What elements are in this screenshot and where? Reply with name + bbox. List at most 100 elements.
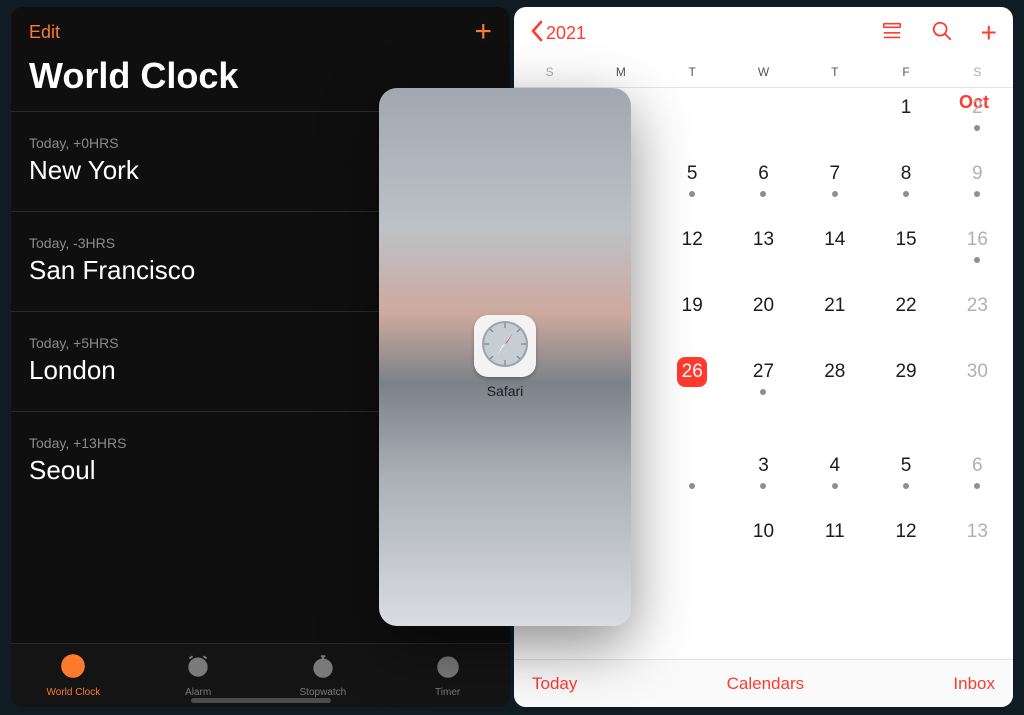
day-number: 23 <box>967 287 988 317</box>
tab-label: Alarm <box>185 687 211 698</box>
calendar-day-cell[interactable]: 14 <box>799 220 870 286</box>
city-name: New York <box>29 155 139 186</box>
calendar-day-cell <box>657 578 728 644</box>
today-button[interactable]: Today <box>532 674 577 694</box>
calendar-day-cell[interactable]: 22 <box>870 286 941 352</box>
calendar-day-cell[interactable]: 2 <box>942 88 1013 154</box>
add-city-button[interactable]: + <box>474 21 492 43</box>
day-number: 12 <box>895 513 916 543</box>
city-offset: Today, +5HRS <box>29 335 119 351</box>
calendar-day-cell[interactable]: 8 <box>870 154 941 220</box>
event-dot <box>974 125 980 131</box>
calendar-day-cell[interactable]: 13 <box>942 512 1013 578</box>
calendar-day-cell <box>728 88 799 154</box>
event-dot <box>974 257 980 263</box>
day-number: 29 <box>895 353 916 383</box>
event-dot <box>832 483 838 489</box>
calendar-day-cell <box>657 446 728 512</box>
home-indicator[interactable] <box>191 698 331 703</box>
calendar-day-cell <box>657 512 728 578</box>
back-button[interactable]: 2021 <box>530 20 586 47</box>
weekday-label: S <box>514 65 585 79</box>
event-dot <box>760 191 766 197</box>
event-dot <box>832 191 838 197</box>
list-view-button[interactable] <box>881 20 903 47</box>
event-dot <box>689 483 695 489</box>
calendar-day-cell[interactable]: 15 <box>870 220 941 286</box>
day-number: 1 <box>901 89 912 119</box>
calendar-day-cell[interactable]: 6 <box>942 446 1013 512</box>
alarm-clock-icon <box>185 653 211 684</box>
calendars-button[interactable]: Calendars <box>727 674 805 694</box>
calendar-day-cell[interactable]: 4 <box>799 446 870 512</box>
calendar-day-cell[interactable]: 12 <box>657 220 728 286</box>
day-number: 28 <box>824 353 845 383</box>
calendar-day-cell[interactable]: 7 <box>799 154 870 220</box>
calendar-day-cell[interactable]: 30 <box>942 352 1013 418</box>
calendar-day-cell[interactable]: 27 <box>728 352 799 418</box>
calendar-day-cell[interactable]: 5 <box>657 154 728 220</box>
calendar-day-cell[interactable]: 21 <box>799 286 870 352</box>
day-number: 14 <box>824 221 845 251</box>
tab-label: Timer <box>435 687 460 698</box>
calendar-day-cell[interactable]: 5 <box>870 446 941 512</box>
calendar-day-cell[interactable]: 13 <box>728 220 799 286</box>
day-number: 15 <box>895 221 916 251</box>
day-number: 30 <box>967 353 988 383</box>
day-number: 13 <box>967 513 988 543</box>
calendar-day-cell <box>728 578 799 644</box>
city-offset: Today, -3HRS <box>29 235 195 251</box>
calendar-day-cell[interactable]: 23 <box>942 286 1013 352</box>
globe-icon <box>60 653 86 684</box>
calendar-day-cell <box>799 88 870 154</box>
calendar-day-cell[interactable]: 10 <box>728 512 799 578</box>
weekday-label: F <box>870 65 941 79</box>
calendar-footer: Today Calendars Inbox <box>514 659 1013 707</box>
add-event-button[interactable]: + <box>981 23 997 43</box>
search-button[interactable] <box>931 20 953 47</box>
day-number: 5 <box>901 447 912 477</box>
day-number: 21 <box>824 287 845 317</box>
inbox-button[interactable]: Inbox <box>953 674 995 694</box>
event-dot <box>974 483 980 489</box>
safari-app-icon[interactable] <box>474 315 536 377</box>
calendar-day-cell[interactable]: 9 <box>942 154 1013 220</box>
calendar-day-cell[interactable]: 11 <box>799 512 870 578</box>
calendar-day-cell[interactable]: 1 <box>870 88 941 154</box>
back-year-label: 2021 <box>546 23 586 44</box>
day-number: 11 <box>825 513 845 543</box>
stopwatch-icon <box>310 653 336 684</box>
edit-button[interactable]: Edit <box>29 22 60 43</box>
calendar-day-cell[interactable]: 28 <box>799 352 870 418</box>
today-highlight: 26 <box>677 357 707 387</box>
calendar-day-cell[interactable]: 20 <box>728 286 799 352</box>
timer-icon <box>435 653 461 684</box>
calendar-day-cell[interactable]: 6 <box>728 154 799 220</box>
day-number: 2 <box>972 89 983 119</box>
tab-timer[interactable]: Timer <box>385 644 510 707</box>
calendar-day-cell[interactable]: 3 <box>728 446 799 512</box>
city-name: London <box>29 355 119 386</box>
calendar-day-cell[interactable]: 12 <box>870 512 941 578</box>
list-icon <box>881 20 903 42</box>
calendar-day-cell[interactable]: 26 <box>657 352 728 418</box>
weekday-header: SMTWTFS <box>514 59 1013 88</box>
day-number: 22 <box>895 287 916 317</box>
chevron-left-icon <box>530 20 544 47</box>
event-dot <box>903 191 909 197</box>
calendar-day-cell[interactable]: 19 <box>657 286 728 352</box>
day-number: 4 <box>829 447 840 477</box>
slideover-panel[interactable]: Safari <box>379 88 631 626</box>
event-dot <box>760 483 766 489</box>
tab-label: World Clock <box>47 687 101 698</box>
event-dot <box>903 483 909 489</box>
calendar-day-cell[interactable]: 16 <box>942 220 1013 286</box>
day-number: 19 <box>682 287 703 317</box>
city-offset: Today, +0HRS <box>29 135 139 151</box>
day-number: 20 <box>753 287 774 317</box>
day-number: 6 <box>972 447 983 477</box>
calendar-day-cell <box>942 578 1013 644</box>
tab-world-clock[interactable]: World Clock <box>11 644 136 707</box>
city-name: San Francisco <box>29 255 195 286</box>
calendar-day-cell[interactable]: 29 <box>870 352 941 418</box>
